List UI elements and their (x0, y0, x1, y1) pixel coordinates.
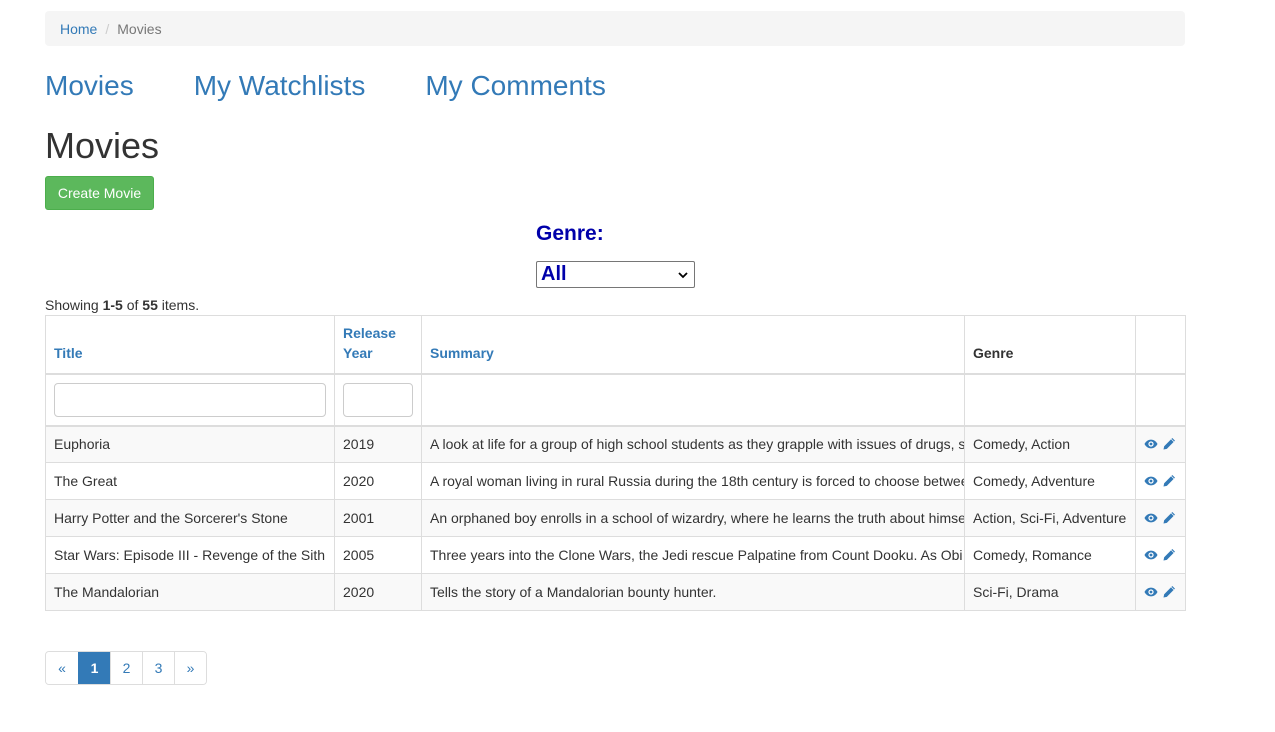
cell-title: The Great (45, 462, 335, 500)
cell-title: Star Wars: Episode III - Revenge of the … (45, 536, 335, 574)
filter-cell-year (334, 373, 422, 427)
filter-cell-title (45, 373, 335, 427)
cell-actions (1135, 499, 1186, 537)
pencil-icon[interactable] (1162, 474, 1176, 488)
cell-actions (1135, 425, 1186, 463)
nav-comments-link[interactable]: My Comments (425, 68, 605, 104)
cell-genre: Comedy, Action (964, 425, 1136, 463)
table-row: The Great 2020 A royal woman living in r… (45, 462, 1186, 500)
table-row: Euphoria 2019 A look at life for a group… (45, 425, 1186, 463)
breadcrumb: Home / Movies (45, 11, 1185, 46)
top-navigation: Movies My Watchlists My Comments (45, 68, 666, 104)
filter-cell-genre (964, 373, 1136, 427)
cell-year: 2005 (334, 536, 422, 574)
cell-year: 2020 (334, 462, 422, 500)
sort-summary-link[interactable]: Summary (430, 343, 956, 363)
cell-genre: Comedy, Romance (964, 536, 1136, 574)
header-genre: Genre (964, 315, 1136, 375)
cell-year: 2019 (334, 425, 422, 463)
breadcrumb-current: Movies (117, 20, 162, 37)
cell-summary: Three years into the Clone Wars, the Jed… (421, 536, 965, 574)
results-summary: Showing 1-5 of 55 items. (45, 297, 199, 313)
page-title: Movies (45, 125, 160, 166)
cell-summary: Tells the story of a Mandalorian bounty … (421, 573, 965, 611)
cell-year: 2020 (334, 573, 422, 611)
genre-filter-label: Genre: (536, 222, 604, 245)
cell-title: The Mandalorian (45, 573, 335, 611)
summary-total: 55 (142, 297, 158, 313)
pagination-prev[interactable]: « (46, 652, 78, 684)
header-actions (1135, 315, 1186, 375)
movies-table: Title Release Year Summary Genre Euphori… (45, 315, 1186, 611)
table-filter-row (45, 373, 1186, 427)
pencil-icon[interactable] (1162, 511, 1176, 525)
pagination-page-2[interactable]: 2 (110, 652, 142, 684)
genre-select-value: All (541, 263, 567, 285)
table-row: Star Wars: Episode III - Revenge of the … (45, 536, 1186, 574)
cell-actions (1135, 462, 1186, 500)
header-title: Title (45, 315, 335, 375)
cell-summary: A royal woman living in rural Russia dur… (421, 462, 965, 500)
create-movie-button[interactable]: Create Movie (45, 176, 154, 210)
table-row: The Mandalorian 2020 Tells the story of … (45, 573, 1186, 611)
summary-prefix: Showing (45, 297, 103, 313)
title-filter-input[interactable] (54, 382, 326, 417)
cell-genre: Action, Sci-Fi, Adventure (964, 499, 1136, 537)
filter-cell-actions (1135, 373, 1186, 427)
cell-year: 2001 (334, 499, 422, 537)
cell-title: Euphoria (45, 425, 335, 463)
pagination-next[interactable]: » (174, 652, 206, 684)
nav-movies-link[interactable]: Movies (45, 68, 134, 104)
eye-icon[interactable] (1144, 437, 1158, 451)
sort-title-link[interactable]: Title (54, 343, 326, 363)
cell-genre: Comedy, Adventure (964, 462, 1136, 500)
chevron-down-icon (678, 271, 688, 278)
cell-actions (1135, 573, 1186, 611)
eye-icon[interactable] (1144, 585, 1158, 599)
cell-genre: Sci-Fi, Drama (964, 573, 1136, 611)
cell-title: Harry Potter and the Sorcerer's Stone (45, 499, 335, 537)
genre-select[interactable]: All (536, 261, 695, 288)
header-release-year: Release Year (334, 315, 422, 375)
pagination-page-1[interactable]: 1 (78, 652, 110, 684)
pencil-icon[interactable] (1162, 548, 1176, 562)
breadcrumb-separator: / (105, 20, 110, 37)
summary-suffix: items. (157, 297, 200, 313)
header-summary: Summary (421, 315, 965, 375)
cell-summary: A look at life for a group of high schoo… (421, 425, 965, 463)
pagination-page-3[interactable]: 3 (142, 652, 174, 684)
sort-release-year-link[interactable]: Release Year (343, 323, 413, 363)
eye-icon[interactable] (1144, 474, 1158, 488)
pencil-icon[interactable] (1162, 437, 1176, 451)
breadcrumb-home-link[interactable]: Home (60, 21, 97, 37)
summary-range: 1-5 (102, 297, 123, 313)
cell-actions (1135, 536, 1186, 574)
pencil-icon[interactable] (1162, 585, 1176, 599)
table-row: Harry Potter and the Sorcerer's Stone 20… (45, 499, 1186, 537)
eye-icon[interactable] (1144, 511, 1158, 525)
pagination: « 1 2 3 » (45, 651, 207, 685)
cell-summary: An orphaned boy enrolls in a school of w… (421, 499, 965, 537)
release-year-filter-input[interactable] (343, 382, 413, 417)
summary-middle: of (122, 297, 143, 313)
filter-cell-summary (421, 373, 965, 427)
nav-watchlists-link[interactable]: My Watchlists (194, 68, 366, 104)
eye-icon[interactable] (1144, 548, 1158, 562)
table-header-row: Title Release Year Summary Genre (45, 315, 1186, 375)
